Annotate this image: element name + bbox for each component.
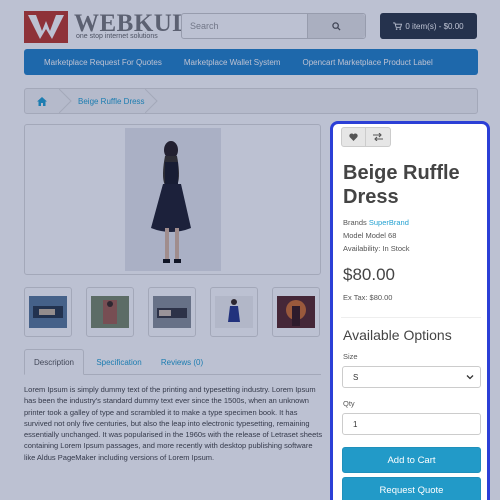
webkul-logo-mark [24, 11, 68, 43]
thumbnail[interactable] [272, 287, 320, 337]
thumbnail[interactable] [86, 287, 134, 337]
product-tabs: Description Specification Reviews (0) [24, 349, 321, 375]
product-info-panel: Beige Ruffle Dress Brands SuperBrand Mod… [330, 121, 490, 500]
thumbnail-image [277, 296, 315, 328]
product-availability: Availability: In Stock [343, 244, 410, 253]
divider [341, 317, 481, 318]
add-to-cart-button[interactable]: Add to Cart [342, 447, 481, 473]
product-model: Model Model 68 [343, 231, 397, 240]
search-box [181, 13, 366, 39]
menu-item-product-label[interactable]: Opencart Marketplace Product Label [302, 58, 432, 67]
thumbnail-strip [24, 287, 321, 337]
breadcrumb: Beige Ruffle Dress [24, 88, 478, 114]
page: WEBKUL one stop internet solutions 0 ite… [0, 0, 500, 500]
size-selected-value: S [353, 372, 359, 382]
chevron-down-icon [466, 375, 474, 380]
thumbnail-image [215, 296, 253, 328]
brand-link[interactable]: SuperBrand [369, 218, 409, 227]
menu-item-wallet-system[interactable]: Marketplace Wallet System [184, 58, 281, 67]
thumbnail[interactable] [24, 287, 72, 337]
product-ex-tax: Ex Tax: $80.00 [343, 293, 393, 302]
size-label: Size [343, 352, 358, 361]
thumbnail[interactable] [210, 287, 258, 337]
product-main-image[interactable] [24, 124, 321, 275]
search-input[interactable] [182, 14, 308, 38]
breadcrumb-home[interactable] [25, 89, 59, 113]
action-button-group [341, 127, 391, 147]
options-heading: Available Options [343, 327, 452, 343]
logo[interactable]: WEBKUL one stop internet solutions [24, 10, 189, 43]
thumbnail-image [91, 296, 129, 328]
home-icon [37, 96, 47, 106]
search-icon [332, 21, 341, 31]
compare-arrows-icon [373, 133, 383, 141]
tab-specification[interactable]: Specification [86, 349, 152, 375]
wishlist-button[interactable] [341, 127, 366, 147]
main-menu: Marketplace Request For Quotes Marketpla… [24, 49, 478, 75]
heart-icon [349, 133, 358, 141]
request-quote-button[interactable]: Request Quote [342, 477, 481, 500]
size-select[interactable]: S [342, 366, 481, 388]
product-brand: Brands SuperBrand [343, 218, 409, 227]
tab-reviews[interactable]: Reviews (0) [156, 349, 208, 375]
product-title: Beige Ruffle Dress [343, 162, 460, 208]
cart-label: 0 item(s) - $0.00 [405, 21, 464, 31]
brand-label: Brands [343, 218, 367, 227]
product-photo [125, 128, 221, 271]
thumbnail[interactable] [148, 287, 196, 337]
breadcrumb-separator [144, 89, 158, 113]
thumbnail-image [153, 296, 191, 328]
menu-item-request-quotes[interactable]: Marketplace Request For Quotes [44, 58, 162, 67]
product-description: Lorem Ipsum is simply dummy text of the … [24, 385, 323, 462]
breadcrumb-separator [59, 89, 72, 113]
dress-model-image [125, 128, 221, 271]
logo-tagline: one stop internet solutions [76, 33, 158, 40]
thumbnail-image [29, 296, 67, 328]
qty-input[interactable]: 1 [342, 413, 481, 435]
product-price: $80.00 [343, 265, 395, 284]
breadcrumb-current[interactable]: Beige Ruffle Dress [73, 97, 145, 106]
compare-button[interactable] [366, 127, 391, 147]
tab-description[interactable]: Description [24, 349, 84, 375]
search-button[interactable] [307, 14, 365, 38]
cart-button[interactable]: 0 item(s) - $0.00 [380, 13, 477, 39]
qty-label: Qty [343, 399, 355, 408]
cart-icon [393, 22, 403, 30]
